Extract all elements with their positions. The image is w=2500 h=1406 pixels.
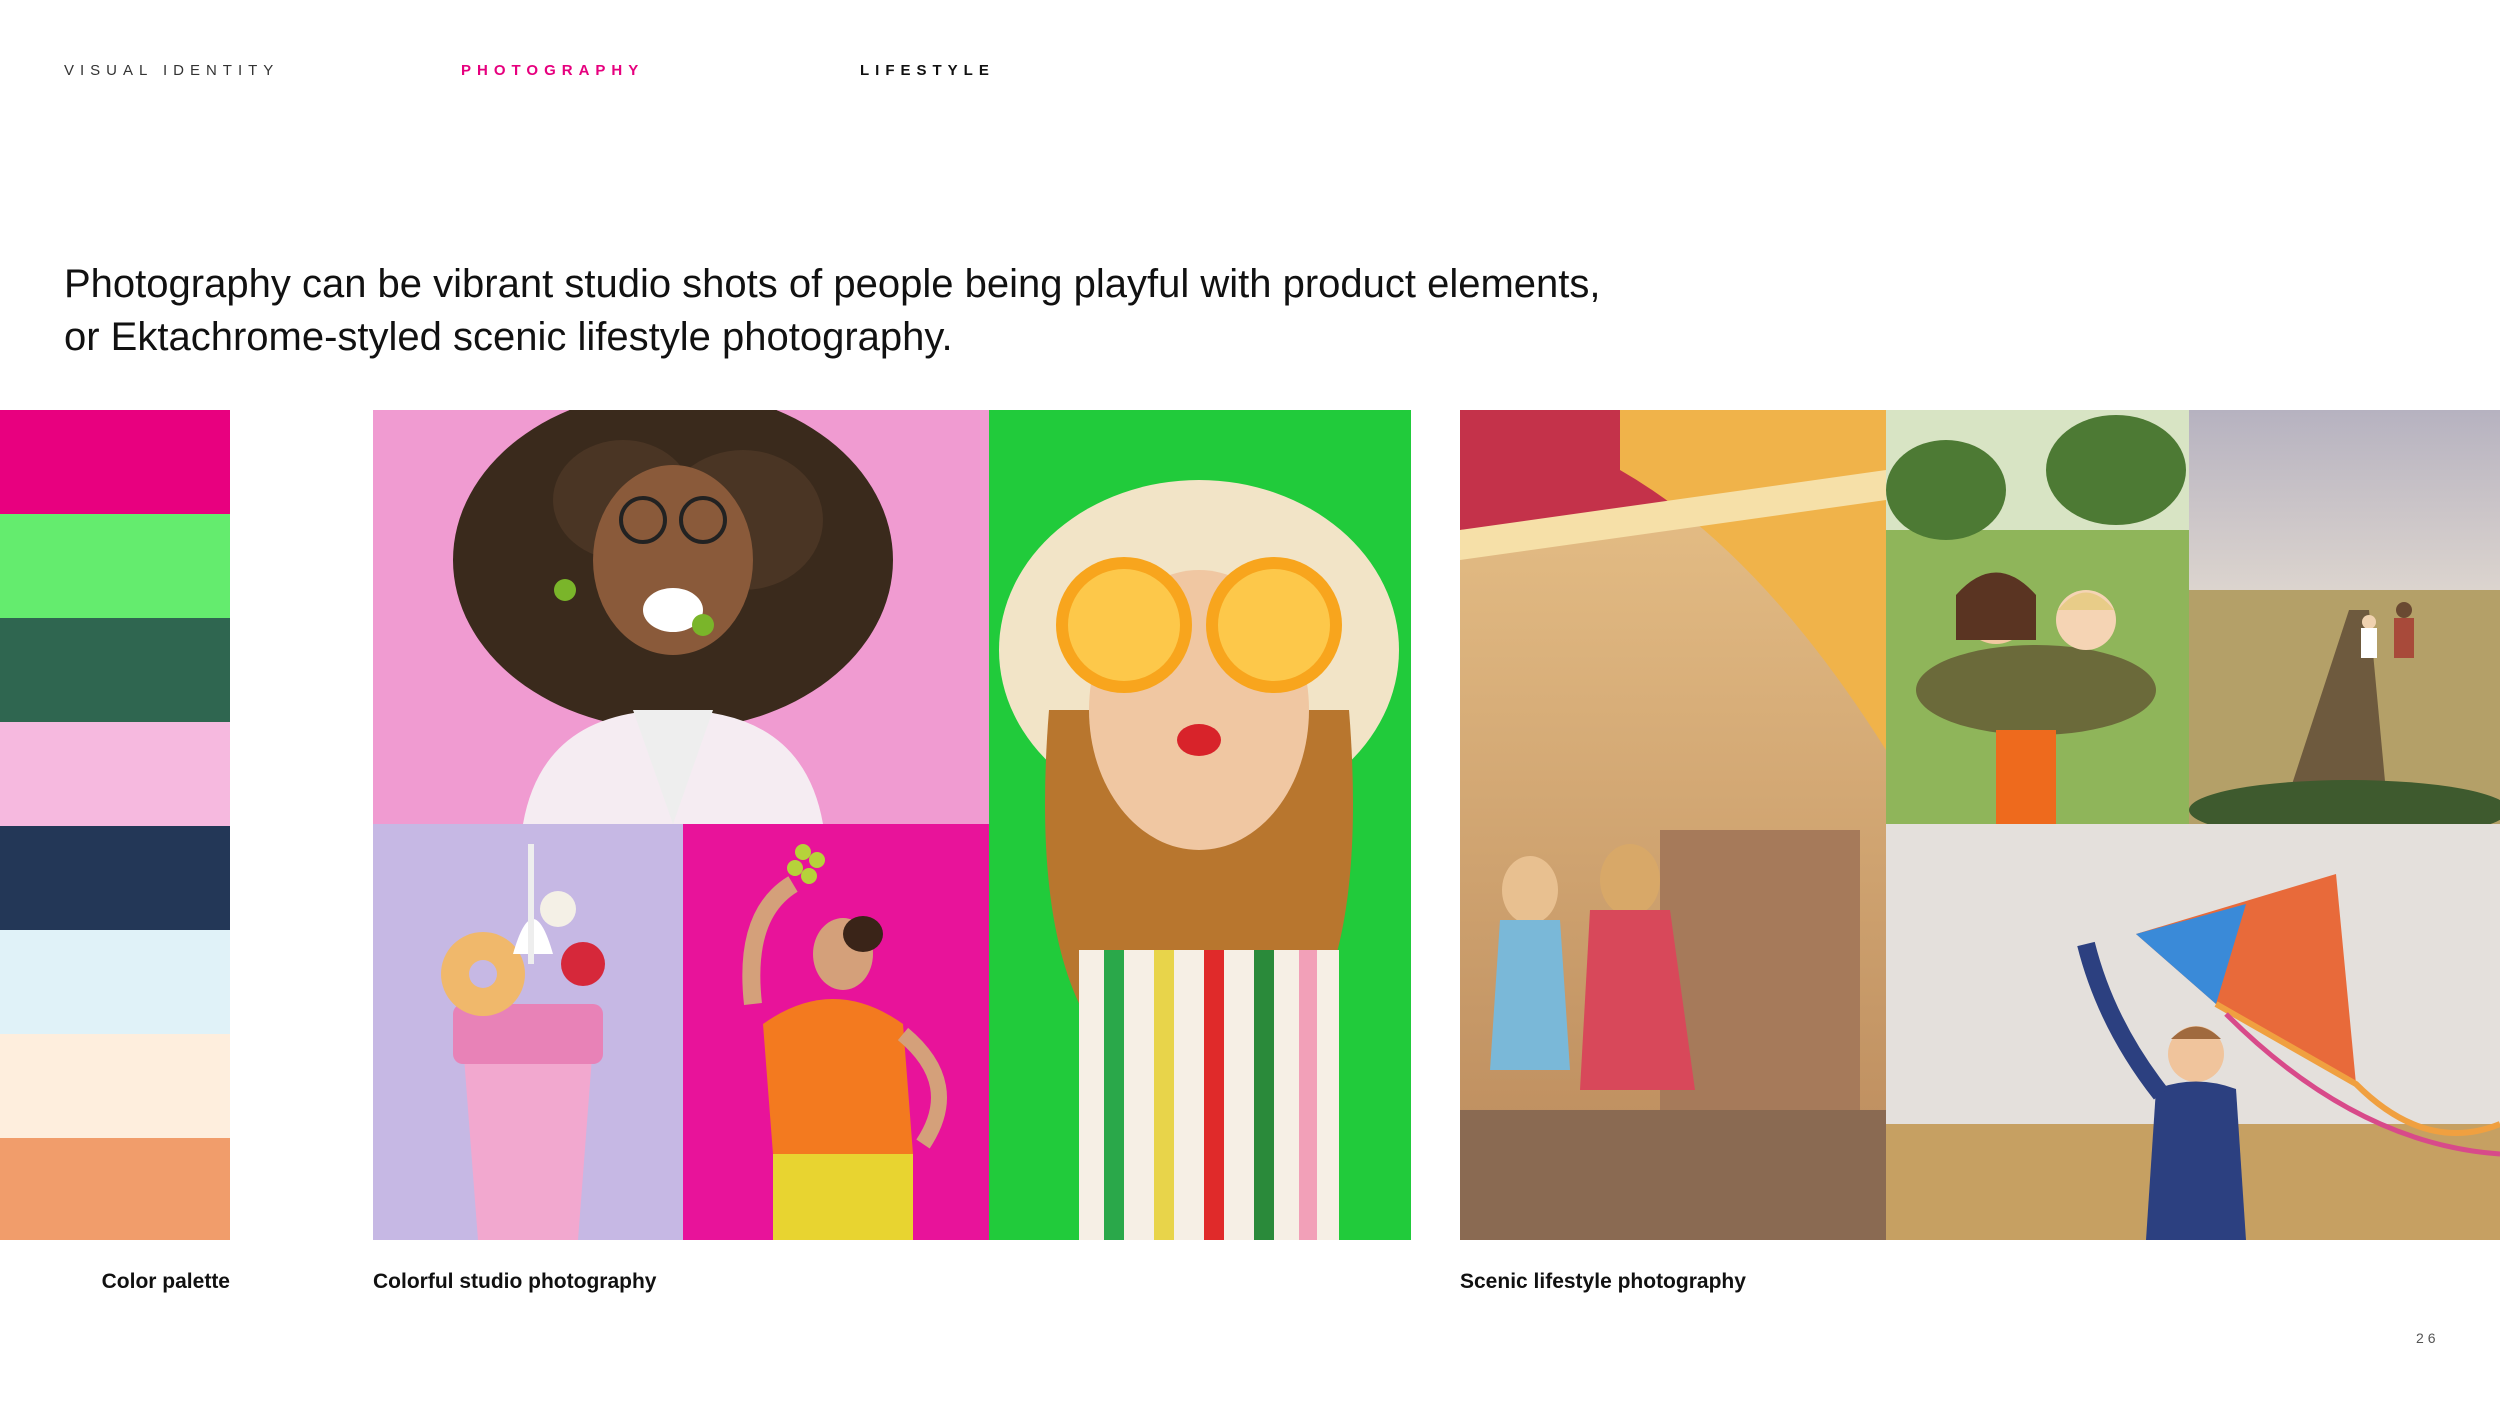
caption-color-palette: Color palette: [101, 1270, 230, 1293]
photo-laughing-woman: [373, 410, 989, 824]
photo-woman-oranges: [989, 410, 1411, 1240]
caption-lifestyle-photography: Scenic lifestyle photography: [1460, 1270, 1746, 1293]
palette-swatch-magenta: [0, 410, 230, 514]
page-headline: Photography can be vibrant studio shots …: [64, 258, 1704, 364]
nav-lifestyle[interactable]: LIFESTYLE: [860, 62, 995, 79]
palette-swatch-navy: [0, 826, 230, 930]
palette-swatch-dark-green: [0, 618, 230, 722]
photo-freakshake: [373, 824, 683, 1240]
nav-visual-identity[interactable]: VISUAL IDENTITY: [64, 62, 279, 79]
photo-kids-running-field: [2189, 410, 2500, 824]
photo-carnival-carousel: [1460, 410, 1886, 1240]
page-number: 26: [2416, 1330, 2440, 1346]
palette-swatch-pink: [0, 722, 230, 826]
headline-line-1: Photography can be vibrant studio shots …: [64, 262, 1601, 306]
palette-swatch-light-green: [0, 514, 230, 618]
headline-line-2: or Ektachrome-styled scenic lifestyle ph…: [64, 315, 953, 359]
palette-swatch-orange: [0, 1138, 230, 1240]
caption-studio-photography: Colorful studio photography: [373, 1270, 657, 1293]
photo-woman-grapes: [683, 824, 989, 1240]
palette-swatch-ice-blue: [0, 930, 230, 1034]
photo-kids-wheelbarrow: [1886, 410, 2189, 824]
palette-swatch-cream: [0, 1034, 230, 1138]
nav-photography[interactable]: PHOTOGRAPHY: [461, 62, 644, 79]
photo-boy-kite: [1886, 824, 2500, 1240]
